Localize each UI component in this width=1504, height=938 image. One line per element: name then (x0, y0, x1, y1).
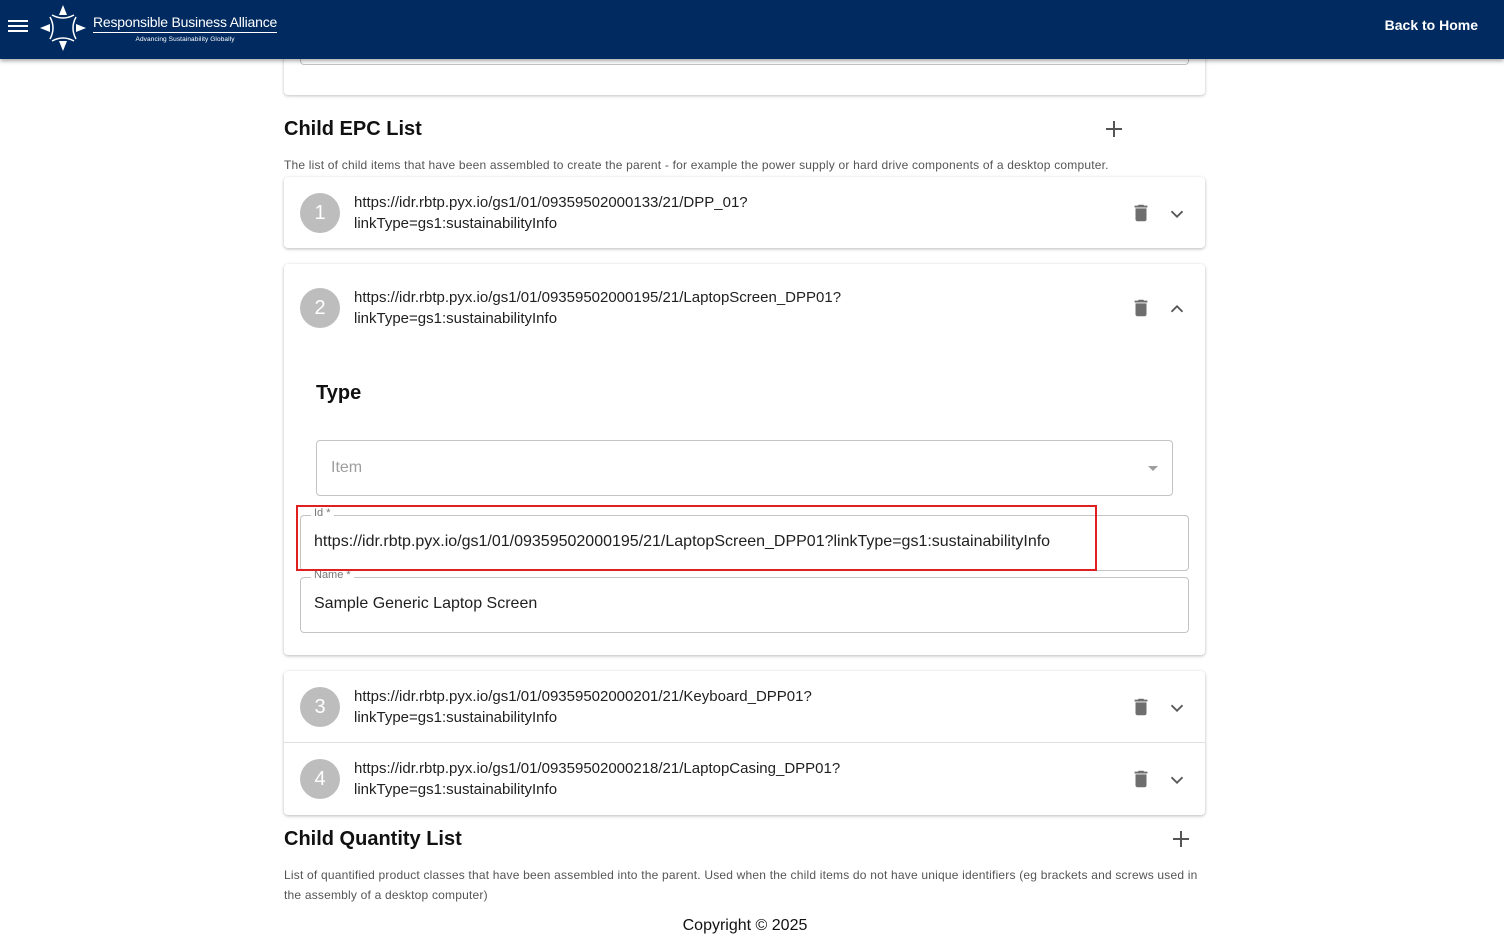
dropdown-arrow-icon (1148, 466, 1158, 471)
child-epc-description: The list of child items that have been a… (284, 158, 1109, 172)
add-child-quantity-button[interactable] (1169, 827, 1193, 851)
brand-tagline: Advancing Sustainability Globally (135, 36, 235, 43)
item-number-badge: 1 (300, 193, 340, 233)
chevron-down-icon[interactable] (1166, 697, 1188, 719)
item-number-badge: 3 (300, 687, 340, 727)
chevron-down-icon[interactable] (1166, 203, 1188, 225)
rba-logo-icon (40, 5, 86, 51)
name-field-label: Name * (311, 569, 354, 581)
footer-copyright: Copyright © 2025 (682, 917, 808, 934)
child-epc-title: Child EPC List (284, 118, 422, 140)
id-field-label: Id * (311, 507, 334, 519)
item-url-line2: linkType=gs1:sustainabilityInfo (354, 310, 558, 327)
child-quantity-title: Child Quantity List (284, 828, 462, 850)
item-url-line1: https://idr.rbtp.pyx.io/gs1/01/093595020… (354, 688, 812, 705)
child-epc-items-group: 3 https://idr.rbtp.pyx.io/gs1/01/0935950… (284, 671, 1205, 815)
name-field[interactable]: Name * Sample Generic Laptop Screen (300, 569, 1189, 633)
type-select[interactable]: Item (316, 440, 1173, 496)
item-number-badge: 2 (300, 288, 340, 328)
name-input[interactable]: Sample Generic Laptop Screen (314, 595, 1184, 613)
item-url-line2: linkType=gs1:sustainabilityInfo (354, 781, 558, 798)
delete-icon[interactable] (1130, 695, 1152, 719)
child-epc-item-header[interactable]: 1 https://idr.rbtp.pyx.io/gs1/01/0935950… (284, 177, 1205, 249)
chevron-up-icon[interactable] (1166, 298, 1188, 320)
chevron-down-icon[interactable] (1166, 769, 1188, 791)
item-url-line2: linkType=gs1:sustainabilityInfo (354, 215, 558, 232)
child-epc-item-header[interactable]: 2 https://idr.rbtp.pyx.io/gs1/01/0935950… (284, 272, 1205, 344)
child-epc-item: 1 https://idr.rbtp.pyx.io/gs1/01/0935950… (284, 177, 1205, 248)
delete-icon[interactable] (1130, 201, 1152, 225)
delete-icon[interactable] (1130, 296, 1152, 320)
menu-icon[interactable] (8, 17, 28, 35)
child-epc-item-header[interactable]: 3 https://idr.rbtp.pyx.io/gs1/01/0935950… (284, 671, 1205, 743)
add-child-epc-button[interactable] (1102, 117, 1126, 141)
child-epc-item-expanded: 2 https://idr.rbtp.pyx.io/gs1/01/0935950… (284, 264, 1205, 655)
item-url-line1: https://idr.rbtp.pyx.io/gs1/01/093595020… (354, 289, 842, 306)
type-label: Type (316, 382, 362, 404)
id-input[interactable]: https://idr.rbtp.pyx.io/gs1/01/093595020… (314, 533, 1184, 551)
type-select-value: Item (331, 459, 363, 476)
item-url-line2: linkType=gs1:sustainabilityInfo (354, 709, 558, 726)
app-header: Responsible Business Alliance Advancing … (0, 0, 1504, 59)
item-number-badge: 4 (300, 759, 340, 799)
item-url-line1: https://idr.rbtp.pyx.io/gs1/01/093595020… (354, 194, 748, 211)
item-url: https://idr.rbtp.pyx.io/gs1/01/093595020… (354, 192, 1054, 234)
item-url: https://idr.rbtp.pyx.io/gs1/01/093595020… (354, 758, 1054, 800)
brand-name: Responsible Business Alliance (93, 14, 277, 33)
item-url: https://idr.rbtp.pyx.io/gs1/01/093595020… (354, 686, 1054, 728)
child-quantity-description: List of quantified product classes that … (284, 868, 1198, 902)
item-url-line1: https://idr.rbtp.pyx.io/gs1/01/093595020… (354, 760, 841, 777)
item-url: https://idr.rbtp.pyx.io/gs1/01/093595020… (354, 287, 1054, 329)
id-field[interactable]: Id * https://idr.rbtp.pyx.io/gs1/01/0935… (300, 507, 1189, 571)
child-epc-item-header[interactable]: 4 https://idr.rbtp.pyx.io/gs1/01/0935950… (284, 743, 1205, 815)
brand: Responsible Business Alliance Advancing … (93, 14, 277, 43)
delete-icon[interactable] (1130, 767, 1152, 791)
back-to-home-link[interactable]: Back to Home (1385, 17, 1478, 33)
